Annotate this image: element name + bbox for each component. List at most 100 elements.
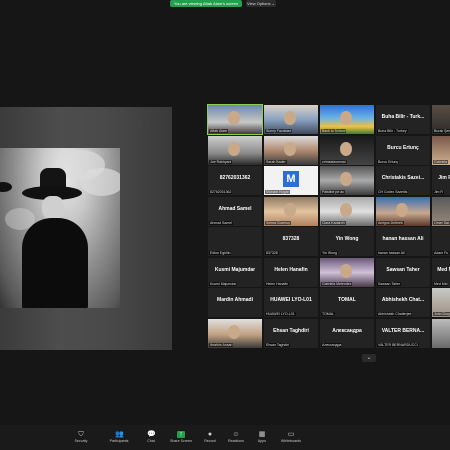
participant-tile[interactable]: Back to School (320, 105, 374, 134)
participant-tile[interactable]: Med M Med Mid (432, 257, 450, 287)
participant-tile[interactable]: Abhishekh Chat... Abhishekh Chatterjee (376, 288, 430, 317)
participant-display-name: Jim R (438, 175, 450, 181)
participant-display-name: Yin Wong (335, 236, 359, 242)
participant-tile[interactable]: Burcu Ertunç Burcu Ertunç (376, 135, 430, 165)
whiteboard-icon: ▭ (287, 431, 295, 438)
participant-name-label: Kusmi Majumdar (209, 281, 238, 286)
participant-tile[interactable]: Jim R Jim R (432, 166, 450, 195)
participant-head (340, 263, 352, 278)
shield-icon: ⛉ (78, 431, 84, 438)
participant-tile[interactable]: Александра Александра (320, 318, 374, 348)
participant-tile[interactable]: M Michael Hogan (264, 166, 318, 195)
participant-tile[interactable]: 837328 837328 (264, 227, 318, 256)
gallery-view: Aftab Alam Sunny Fazaldad Back to School Bu… (207, 104, 450, 350)
participant-tile[interactable]: Gabriela (432, 135, 450, 165)
share-screen-icon: ↑ (177, 431, 185, 438)
participant-tile[interactable]: Clara Kadaroh (320, 196, 374, 226)
participant-tile[interactable]: Sarah Bader (264, 135, 318, 165)
participant-tile[interactable]: Amigos Delbrek (376, 196, 430, 226)
whiteboards-button[interactable]: ▭ Whiteboards (274, 427, 308, 443)
participant-tile[interactable]: Ahmad Samel Ahmad Samel (208, 196, 262, 226)
chat-button[interactable]: 💬 Chat (134, 427, 168, 443)
second-hat (0, 182, 12, 192)
participant-grid: Aftab Alam Sunny Fazaldad Back to School Bu… (207, 104, 450, 349)
participant-display-name: Buha Bilir - Turk... (381, 114, 425, 120)
participant-name-label: Ehsan Taghdiri (265, 342, 291, 347)
participant-tile[interactable]: Kusmi Majumdar Kusmi Majumdar (208, 257, 262, 287)
participant-name-label: Clara Kadaroh (321, 220, 346, 225)
participant-tile[interactable]: crimealasmmal (320, 135, 374, 165)
participant-name-label: Omer Sar (433, 220, 450, 225)
participant-display-name: 837328 (282, 236, 300, 242)
participant-display-name: Ahmad Samel (218, 205, 252, 212)
m-logo-icon: M (283, 171, 299, 187)
participant-tile[interactable]: Ibrahim Ansari (208, 318, 262, 348)
participant-name-label: Selma Gozmuş (265, 220, 291, 225)
participant-name-label: 82762031362 (209, 190, 233, 194)
participant-head (228, 111, 240, 125)
participant-tile[interactable]: Burak Şen (432, 105, 450, 134)
participants-button[interactable]: 👥 Participants (102, 427, 136, 443)
participant-name-label: TOMAL (321, 312, 335, 316)
toolbar-label: Participants (109, 439, 129, 443)
participant-name-label: John Doug (433, 312, 450, 316)
participant-tile[interactable]: John Doug (432, 288, 450, 317)
participant-name-label: VALTER BERNARDUCCI (377, 342, 419, 347)
participant-tile[interactable]: Joe Rakhyani (208, 135, 262, 165)
participant-name-label: Sunny Fazaldad (265, 129, 293, 133)
participant-name-label: Burcu Ertunç (377, 159, 400, 164)
security-button[interactable]: ⛉ Security (64, 427, 98, 443)
participant-name-label: Joe Rakhyani (209, 159, 233, 164)
participant-display-name: Sawsan Taher (386, 266, 420, 273)
participant-tile[interactable]: Selma Gozmuş (264, 196, 318, 226)
participant-head (340, 172, 352, 186)
participant-tile[interactable]: Omer Sar (432, 196, 450, 226)
participant-name-label: Edlon Egbilin (209, 251, 232, 255)
participant-name-label: Sawsan Taher (377, 281, 402, 286)
participant-name-label: Yin Wong (321, 251, 338, 255)
apps-icon: ▦ (258, 431, 266, 438)
participant-tile[interactable]: Sawsan Taher Sawsan Taher (376, 257, 430, 287)
participant-name-label: Ahmad Samel (209, 220, 233, 225)
participant-display-name: hanan hassan Ali (382, 236, 424, 242)
participant-tile[interactable] (432, 318, 450, 348)
participant-tile[interactable]: Gabriela Melendez (320, 257, 374, 287)
participant-tile[interactable]: hanan hassan Ali hanan hassan Ali (376, 227, 430, 256)
participant-head (228, 141, 240, 156)
participant-tile[interactable]: HUAWEI LYO-L01 HUAWEI LYO-L01 (264, 288, 318, 317)
participant-name-label: Aftab Alam (209, 129, 228, 133)
participant-head (284, 141, 296, 156)
portrait-coat (22, 218, 88, 308)
participant-tile[interactable]: Buha Bilir - Turk... Buha Bilir - Turkey (376, 105, 430, 134)
participant-head (228, 324, 240, 339)
participant-tile[interactable]: VALTER BERNA... VALTER BERNARDUCCI (376, 318, 430, 348)
participant-tile[interactable]: Yin Wong Yin Wong (320, 227, 374, 256)
participant-video (432, 318, 450, 348)
participant-tile[interactable]: Sunny Fazaldad (264, 105, 318, 134)
participant-tile[interactable]: TOMAL TOMAL (320, 288, 374, 317)
participant-head (340, 202, 352, 217)
screen-share-status: You are viewing Aftab Alam's screen (170, 0, 242, 7)
participant-tile[interactable]: Christakis Sazei... CH Codex Sazeitis (376, 166, 430, 195)
participant-display-name: Helen Hanafin (274, 266, 308, 273)
participant-tile[interactable]: Ehsan Taghdiri Ehsan Taghdiri (264, 318, 318, 348)
participant-name-label: CH Codex Sazeitis (377, 190, 409, 194)
participant-tile[interactable]: Palstine pe ac (320, 166, 374, 195)
participant-tile[interactable]: Aftab Alam (207, 104, 263, 135)
participants-icon: 👥 (115, 431, 124, 438)
participant-display-name: Abhishekh Chat... (381, 297, 425, 303)
participant-name-label: Amigos Delbrek (377, 220, 404, 225)
participant-tile[interactable]: Edlon Egbilin (208, 227, 262, 256)
participant-tile[interactable]: Adam Fu (432, 227, 450, 256)
participant-name-label: Gabriela (433, 159, 449, 164)
view-options-button[interactable]: View Options ⌄ (246, 0, 276, 7)
participant-tile[interactable]: 82762031362 82762031362 (208, 166, 262, 195)
toolbar-label: Chat (147, 439, 155, 443)
participant-head (340, 141, 352, 156)
participant-tile[interactable]: Mardin Ahmadi (208, 288, 262, 317)
participant-name-label: Sarah Bader (265, 159, 287, 164)
participant-tile[interactable]: Helen Hanafin Helen Hanafin (264, 257, 318, 287)
gallery-scroll-down-button[interactable]: ⌄ (362, 354, 376, 362)
participant-name-label: Med Mid (433, 281, 449, 286)
toolbar-label: Security (74, 439, 88, 443)
